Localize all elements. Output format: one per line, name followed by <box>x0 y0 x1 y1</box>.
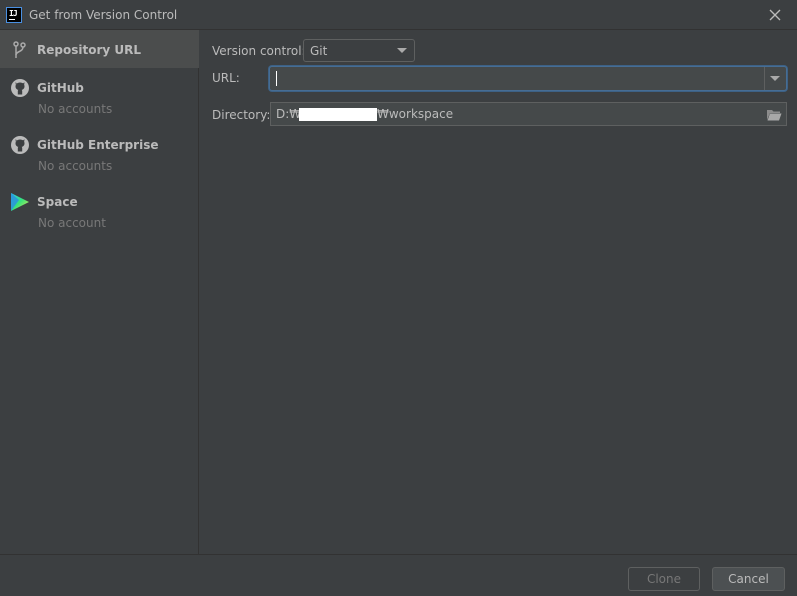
sidebar-item-github-enterprise[interactable]: GitHub Enterprise No accounts <box>0 127 199 183</box>
version-control-dropdown[interactable]: Git <box>303 39 415 62</box>
divider <box>764 67 765 90</box>
title-bar: IJ Get from Version Control <box>0 0 797 30</box>
url-label: URL: <box>212 71 240 85</box>
sidebar-item-repository-url[interactable]: Repository URL <box>0 30 199 68</box>
sidebar-item-label: Space <box>37 195 78 209</box>
sidebar-item-label: Repository URL <box>37 43 141 57</box>
url-input[interactable] <box>274 69 759 88</box>
text-caret <box>276 71 277 86</box>
cancel-button[interactable]: Cancel <box>712 567 785 591</box>
sidebar-item-label: GitHub <box>37 81 84 95</box>
github-icon <box>10 135 30 155</box>
chevron-down-icon[interactable] <box>770 76 780 81</box>
directory-field[interactable]: D:₩ ₩workspace <box>270 102 787 126</box>
sidebar-item-label: GitHub Enterprise <box>37 138 159 152</box>
sidebar-item-sublabel: No account <box>38 216 106 230</box>
version-control-label: Version control: <box>212 44 306 58</box>
chevron-down-icon <box>397 48 407 53</box>
clone-button[interactable]: Clone <box>628 567 700 591</box>
redacted-block <box>299 108 377 121</box>
directory-value-prefix: D:₩ <box>276 107 302 121</box>
close-icon[interactable] <box>764 4 786 26</box>
sidebar-item-sublabel: No accounts <box>38 102 113 116</box>
footer-divider <box>0 554 797 555</box>
version-control-value: Git <box>310 44 328 58</box>
intellij-app-icon: IJ <box>6 7 22 23</box>
sidebar-item-space[interactable]: Space No account <box>0 184 199 240</box>
directory-value-suffix: ₩workspace <box>377 107 454 121</box>
folder-icon[interactable] <box>766 108 782 122</box>
main-panel: Version control: Git URL: Directory: D:₩… <box>200 30 797 554</box>
branch-icon <box>10 40 30 60</box>
window-title: Get from Version Control <box>29 8 178 22</box>
sidebar-item-sublabel: No accounts <box>38 159 113 173</box>
sidebar: Repository URL GitHub No accounts GitHub… <box>0 30 199 554</box>
directory-label: Directory: <box>212 108 271 122</box>
github-icon <box>10 78 30 98</box>
space-icon <box>10 192 30 212</box>
sidebar-item-github[interactable]: GitHub No accounts <box>0 70 199 126</box>
url-combo[interactable] <box>269 66 787 91</box>
